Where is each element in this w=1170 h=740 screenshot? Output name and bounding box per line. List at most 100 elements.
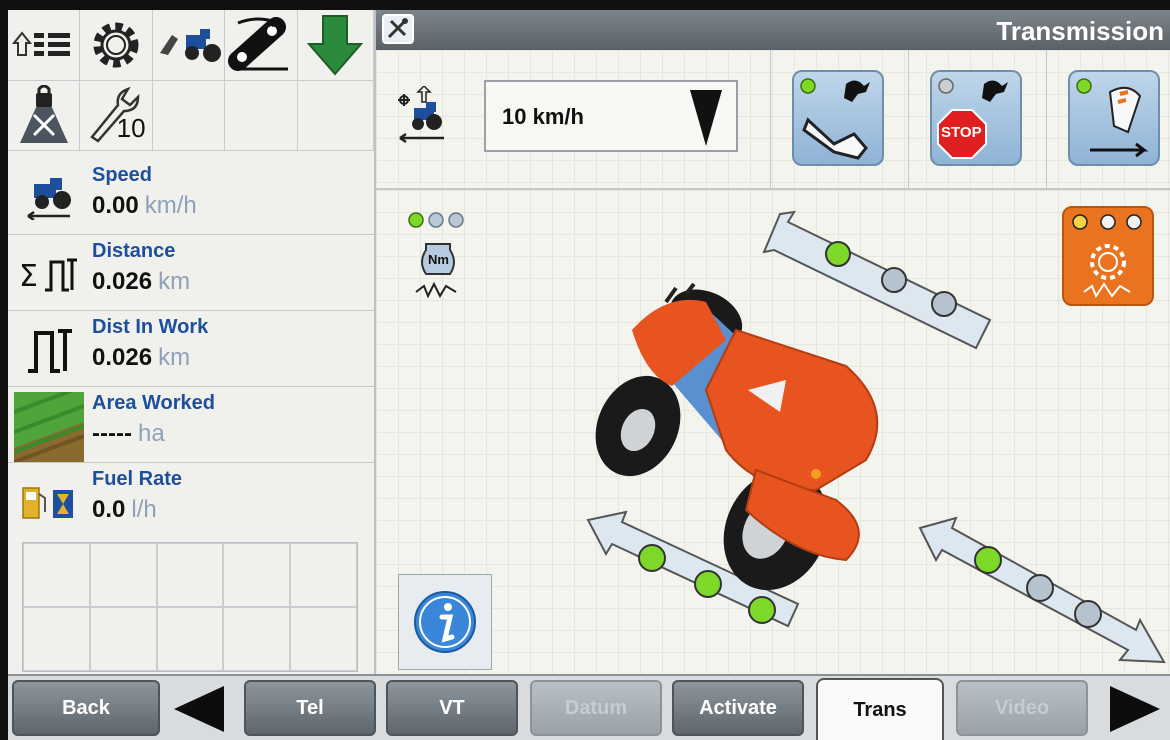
page-title: Transmission bbox=[996, 16, 1164, 46]
tools-icon bbox=[387, 18, 408, 39]
dist-in-work-unit: km bbox=[158, 344, 191, 371]
menu-list-icon bbox=[11, 31, 70, 56]
stop-sign-icon bbox=[937, 78, 1008, 159]
transmission-main-area: Nm bbox=[376, 190, 1170, 674]
pedal-rabbit-icon bbox=[800, 78, 870, 160]
tractor-speed-icon bbox=[12, 170, 86, 226]
dist-in-work-value: 0.026 bbox=[92, 344, 153, 371]
tel-button[interactable]: Tel bbox=[244, 680, 376, 736]
settings-button[interactable] bbox=[80, 10, 153, 81]
empty-slot[interactable] bbox=[223, 543, 291, 607]
metric-label: Speed bbox=[92, 164, 153, 186]
metric-label: Area Worked bbox=[92, 392, 216, 414]
metric-distance[interactable]: Σ Distance 0.026 km bbox=[8, 234, 374, 311]
divider bbox=[770, 50, 771, 188]
metric-value: 0.00 km/h bbox=[92, 192, 197, 220]
speed-dropdown[interactable]: 10 km/h bbox=[484, 80, 738, 152]
engine-speed-management-button[interactable] bbox=[1062, 206, 1154, 306]
bottom-navigation-bar: Back Tel VT Datum Activate Trans Video bbox=[8, 674, 1170, 740]
fuel-pump-hourglass-icon bbox=[12, 474, 86, 530]
fuel-rate-unit: l/h bbox=[131, 496, 157, 523]
tractor-diagram bbox=[586, 210, 1166, 664]
scroll-right-arrow-icon[interactable] bbox=[1110, 686, 1160, 732]
back-button[interactable]: Back bbox=[12, 680, 160, 736]
metric-area-worked[interactable]: Area Worked ----- ha bbox=[8, 386, 374, 463]
empty-shortcut-grid bbox=[22, 542, 358, 672]
area-value: ----- bbox=[92, 420, 132, 447]
hitch-button[interactable] bbox=[225, 10, 298, 81]
shuttle-double-arrow bbox=[918, 516, 1166, 664]
video-button[interactable]: Video bbox=[956, 680, 1088, 736]
terminal-screen: 10 Speed 0.00 km/h Σ Distance 0.026 km D… bbox=[8, 10, 1170, 740]
distance-value: 0.026 bbox=[92, 268, 153, 295]
scroll-left-arrow-icon[interactable] bbox=[174, 686, 224, 732]
tractor-image bbox=[595, 282, 879, 591]
road-lock-icon bbox=[19, 85, 68, 143]
metric-label: Fuel Rate bbox=[92, 468, 183, 490]
empty-toolbar-cell bbox=[297, 80, 374, 151]
toolbar-row-1 bbox=[8, 10, 374, 81]
metric-fuel-rate[interactable]: Fuel Rate 0.0 l/h bbox=[8, 462, 374, 538]
empty-slot[interactable] bbox=[156, 543, 224, 607]
vt-button[interactable]: VT bbox=[386, 680, 518, 736]
metric-speed[interactable]: Speed 0.00 km/h bbox=[8, 158, 374, 235]
datum-button[interactable]: Datum bbox=[530, 680, 662, 736]
metric-value: 0.026 km bbox=[92, 268, 190, 296]
stop-label: STOP bbox=[941, 124, 982, 141]
trans-tab[interactable]: Trans bbox=[816, 678, 944, 740]
toolbar-row-2: 10 bbox=[8, 80, 374, 151]
speed-unit: km/h bbox=[144, 192, 197, 219]
fuel-rate-value: 0.0 bbox=[92, 496, 126, 523]
shift-up-arrow bbox=[762, 210, 992, 350]
empty-slot[interactable] bbox=[290, 543, 357, 607]
empty-slot[interactable] bbox=[89, 543, 157, 607]
dropdown-arrow-icon bbox=[690, 90, 722, 146]
engine-gear-icon bbox=[1072, 214, 1142, 299]
road-lock-button[interactable] bbox=[8, 80, 81, 151]
tractor-implement-icon bbox=[159, 29, 221, 62]
speed-dropdown-value: 10 km/h bbox=[502, 104, 584, 129]
metric-value: ----- ha bbox=[92, 420, 165, 448]
metric-value: 0.026 km bbox=[92, 344, 190, 372]
empty-slot[interactable] bbox=[156, 607, 224, 671]
empty-slot[interactable] bbox=[290, 607, 357, 671]
info-icon bbox=[414, 591, 476, 653]
arrow-down-icon bbox=[307, 15, 364, 76]
metric-label: Distance bbox=[92, 240, 176, 262]
metric-label: Dist In Work bbox=[92, 316, 209, 338]
divider bbox=[1046, 50, 1047, 188]
lower-button[interactable] bbox=[297, 10, 374, 81]
empty-slot[interactable] bbox=[23, 543, 90, 607]
joystick-lever-icon bbox=[1076, 78, 1149, 158]
field-area-icon bbox=[14, 392, 84, 462]
speed-setting-row: 10 km/h STOP bbox=[376, 50, 1170, 190]
sigma-distance-icon: Σ bbox=[12, 246, 86, 302]
lever-mode-button[interactable] bbox=[1068, 70, 1160, 166]
gear-icon bbox=[93, 22, 139, 68]
pedal-fast-mode-button[interactable] bbox=[792, 70, 884, 166]
service-badge: 10 bbox=[116, 112, 146, 143]
activate-button[interactable]: Activate bbox=[672, 680, 804, 736]
svg-text:Σ: Σ bbox=[19, 259, 38, 294]
left-panel: 10 Speed 0.00 km/h Σ Distance 0.026 km D… bbox=[8, 10, 376, 674]
metric-dist-in-work[interactable]: Dist In Work 0.026 km bbox=[8, 310, 374, 387]
empty-slot[interactable] bbox=[89, 607, 157, 671]
stop-fast-mode-button[interactable]: STOP bbox=[930, 70, 1022, 166]
speed-target-icon bbox=[392, 84, 456, 151]
empty-slot[interactable] bbox=[223, 607, 291, 671]
empty-toolbar-cell bbox=[152, 80, 226, 151]
title-bar: Transmission bbox=[376, 10, 1170, 50]
implement-button[interactable] bbox=[152, 10, 226, 81]
hitch-arm-icon bbox=[227, 17, 288, 71]
area-unit: ha bbox=[137, 420, 165, 447]
empty-toolbar-cell bbox=[225, 80, 298, 151]
distance-unit: km bbox=[158, 268, 191, 295]
speed-value: 0.00 bbox=[92, 192, 139, 219]
work-distance-icon bbox=[12, 322, 86, 378]
info-button[interactable] bbox=[398, 574, 492, 670]
service-button[interactable]: 10 bbox=[80, 80, 153, 151]
divider bbox=[908, 50, 909, 188]
empty-slot[interactable] bbox=[23, 607, 90, 671]
menu-list-button[interactable] bbox=[8, 10, 81, 81]
tools-button[interactable] bbox=[382, 14, 414, 44]
